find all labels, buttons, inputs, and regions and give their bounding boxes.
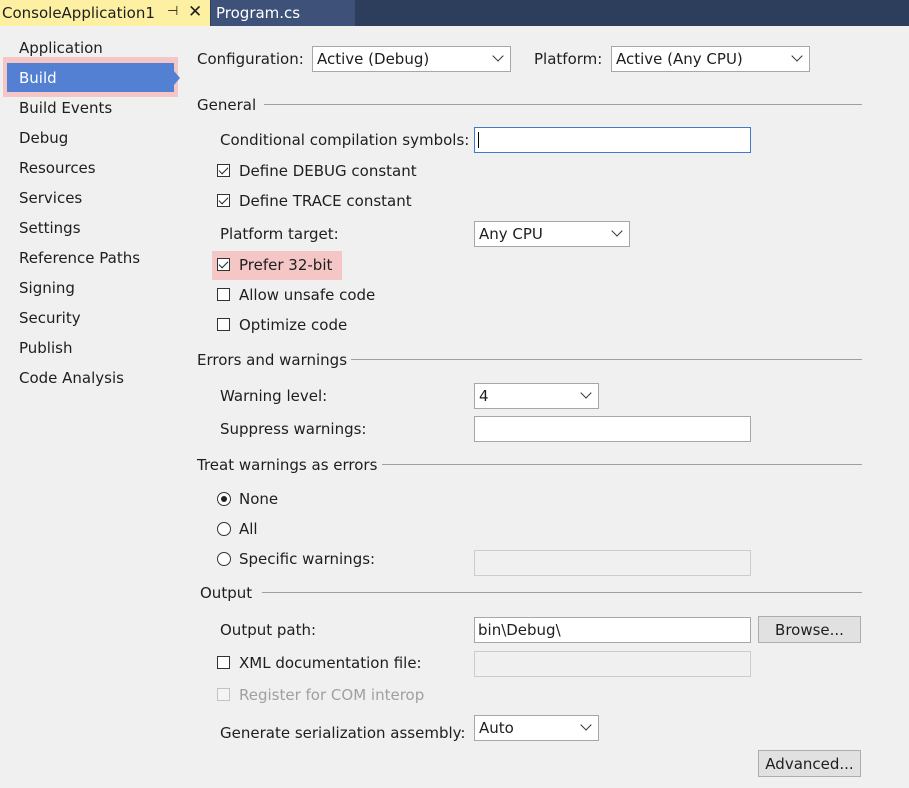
serialization-label: Generate serialization assembly: xyxy=(220,724,466,742)
xml-doc-input xyxy=(474,651,751,677)
tab-program-cs[interactable]: Program.cs xyxy=(211,0,355,26)
output-divider xyxy=(262,592,862,593)
com-interop-checkbox xyxy=(217,688,230,701)
chevron-down-icon xyxy=(492,50,504,62)
conditional-symbols-label: Conditional compilation symbols: xyxy=(220,131,470,149)
serialization-dropdown[interactable]: Auto xyxy=(474,715,599,741)
warning-level-label: Warning level: xyxy=(220,387,328,405)
errors-divider xyxy=(351,359,862,360)
configuration-label: Configuration: xyxy=(197,50,304,68)
define-trace-checkbox[interactable] xyxy=(217,194,230,207)
treat-all-radio[interactable] xyxy=(217,522,231,536)
output-path-label: Output path: xyxy=(220,621,317,639)
warning-level-dropdown[interactable]: 4 xyxy=(474,383,599,409)
specific-warnings-input xyxy=(474,550,751,576)
suppress-warnings-input[interactable] xyxy=(474,416,751,442)
define-debug-checkbox[interactable] xyxy=(217,164,230,177)
tab-console-application[interactable]: ConsoleApplication1 ⊣ ✕ xyxy=(0,0,210,26)
optimize-checkbox[interactable] xyxy=(217,318,230,331)
configuration-value: Active (Debug) xyxy=(317,50,430,68)
platform-dropdown[interactable]: Active (Any CPU) xyxy=(611,46,810,72)
output-group-title: Output xyxy=(200,584,253,602)
sidebar-item-debug[interactable]: Debug xyxy=(19,127,68,149)
define-trace-label[interactable]: Define TRACE constant xyxy=(239,192,412,210)
sidebar-item-settings[interactable]: Settings xyxy=(19,217,81,239)
general-group-title: General xyxy=(197,96,257,114)
platform-value: Active (Any CPU) xyxy=(616,50,743,68)
sidebar-item-security[interactable]: Security xyxy=(19,307,81,329)
platform-target-dropdown[interactable]: Any CPU xyxy=(474,221,630,247)
sidebar-item-reference-paths[interactable]: Reference Paths xyxy=(19,247,140,269)
allow-unsafe-checkbox[interactable] xyxy=(217,288,230,301)
sidebar-item-resources[interactable]: Resources xyxy=(19,157,96,179)
sidebar-item-publish[interactable]: Publish xyxy=(19,337,72,359)
com-interop-label: Register for COM interop xyxy=(239,686,425,704)
sidebar-item-build-events[interactable]: Build Events xyxy=(19,97,112,119)
output-path-input[interactable]: bin\Debug\ xyxy=(474,617,751,643)
sidebar-item-code-analysis[interactable]: Code Analysis xyxy=(19,367,124,389)
treat-none-radio[interactable] xyxy=(217,492,231,506)
treat-none-label[interactable]: None xyxy=(239,490,278,508)
optimize-label[interactable]: Optimize code xyxy=(239,316,347,334)
sidebar-item-application[interactable]: Application xyxy=(19,37,103,59)
xml-doc-label[interactable]: XML documentation file: xyxy=(239,654,422,672)
treat-all-label[interactable]: All xyxy=(239,520,258,538)
sidebar-item-services[interactable]: Services xyxy=(19,187,82,209)
prefer32-label[interactable]: Prefer 32-bit xyxy=(239,256,332,274)
general-divider xyxy=(264,104,862,105)
tab-title: ConsoleApplication1 xyxy=(2,4,155,22)
prefer32-checkbox[interactable] xyxy=(217,258,230,271)
treat-warnings-group-title: Treat warnings as errors xyxy=(197,456,378,474)
serialization-value: Auto xyxy=(479,719,514,737)
suppress-warnings-label: Suppress warnings: xyxy=(220,420,367,438)
advanced-button[interactable]: Advanced... xyxy=(758,750,861,777)
warning-level-value: 4 xyxy=(479,387,489,405)
pin-icon[interactable]: ⊣ xyxy=(167,4,178,19)
treat-specific-label[interactable]: Specific warnings: xyxy=(239,550,375,568)
treat-specific-radio[interactable] xyxy=(217,552,231,566)
configuration-dropdown[interactable]: Active (Debug) xyxy=(312,46,511,72)
chevron-down-icon xyxy=(791,50,803,62)
close-icon[interactable]: ✕ xyxy=(188,2,202,22)
output-path-value: bin\Debug\ xyxy=(478,621,561,639)
xml-doc-checkbox[interactable] xyxy=(217,656,230,669)
conditional-symbols-input[interactable] xyxy=(474,127,751,153)
sidebar-item-signing[interactable]: Signing xyxy=(19,277,75,299)
allow-unsafe-label[interactable]: Allow unsafe code xyxy=(239,286,375,304)
platform-target-value: Any CPU xyxy=(479,225,543,243)
browse-button[interactable]: Browse... xyxy=(758,616,861,643)
chevron-down-icon xyxy=(580,719,592,731)
selection-arrow-icon xyxy=(174,71,180,85)
sidebar-item-build[interactable]: Build xyxy=(19,67,57,89)
tab-title: Program.cs xyxy=(216,4,301,22)
text-caret xyxy=(478,132,479,148)
errors-group-title: Errors and warnings xyxy=(197,351,348,369)
platform-target-label: Platform target: xyxy=(220,225,339,243)
chevron-down-icon xyxy=(580,387,592,399)
chevron-down-icon xyxy=(611,225,623,237)
define-debug-label[interactable]: Define DEBUG constant xyxy=(239,162,417,180)
treat-warnings-divider xyxy=(382,464,862,465)
platform-label: Platform: xyxy=(534,50,603,68)
